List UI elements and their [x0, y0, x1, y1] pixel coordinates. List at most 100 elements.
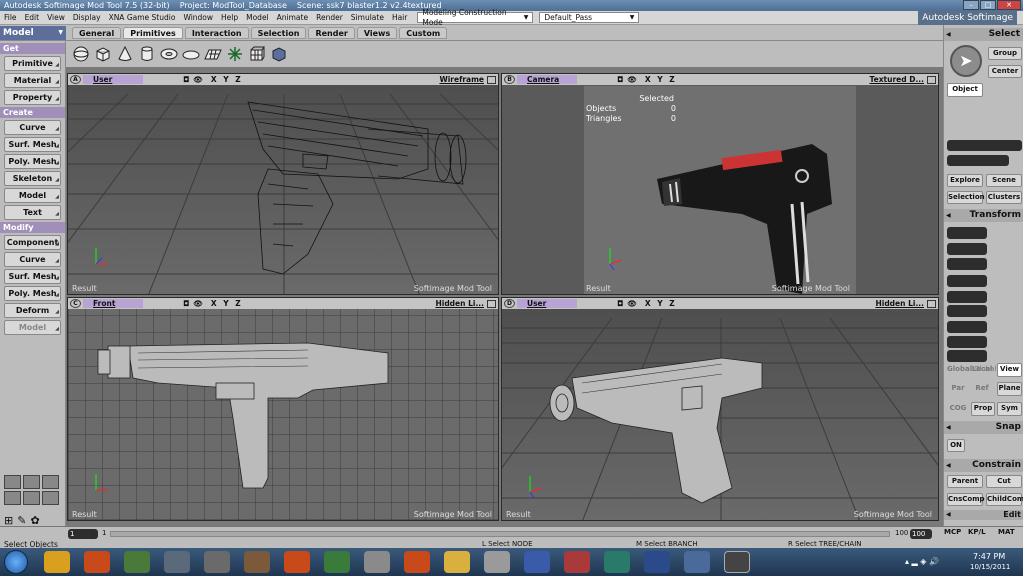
prop-toggle[interactable]: Prop — [971, 402, 995, 416]
viewport-d-axes[interactable]: X Y Z — [645, 299, 677, 308]
camera-icon[interactable]: ◘ — [617, 75, 623, 84]
modify-deform-button[interactable]: Deform — [4, 303, 61, 319]
tab-custom[interactable]: Custom — [399, 26, 448, 39]
viewport-d-camera-menu[interactable]: User — [517, 299, 577, 308]
create-text-button[interactable]: Text — [4, 205, 61, 221]
viewport-b[interactable]: B Camera ◘ 👁 X Y Z Textured D... Selecte… — [501, 73, 939, 295]
viewport-b-camera-menu[interactable]: Camera — [517, 75, 577, 84]
get-primitive-button[interactable]: Primitive — [4, 56, 61, 72]
softimage-icon[interactable] — [724, 551, 750, 573]
app-icon[interactable] — [644, 551, 670, 573]
group-button[interactable]: Group — [988, 47, 1022, 60]
viewport-c-axes[interactable]: X Y Z — [211, 299, 243, 308]
scale-z-field[interactable] — [947, 258, 987, 270]
view-toggle[interactable]: View — [997, 363, 1022, 377]
viewport-a-letter[interactable]: A — [70, 75, 81, 84]
edit-section-header[interactable]: Edit — [944, 510, 1023, 520]
menu-view[interactable]: View — [43, 13, 69, 22]
app-icon[interactable] — [164, 551, 190, 573]
scene-button[interactable]: Scene — [986, 174, 1022, 187]
selection-button[interactable]: Selection — [947, 191, 985, 204]
maximize-viewport-icon[interactable] — [487, 299, 496, 308]
layout-split-icon[interactable] — [4, 491, 21, 505]
disc-icon[interactable] — [182, 45, 200, 63]
viewport-a[interactable]: A User ◘ 👁 X Y Z Wireframe Result Softim… — [67, 73, 499, 295]
app-icon[interactable] — [684, 551, 710, 573]
app-icon[interactable] — [284, 551, 310, 573]
menu-window[interactable]: Window — [179, 13, 217, 22]
clusters-button[interactable]: Clusters — [986, 191, 1022, 204]
tab-interaction[interactable]: Interaction — [184, 26, 249, 39]
cnscomp-button[interactable]: CnsComp — [947, 493, 985, 506]
minimize-button[interactable]: – — [963, 0, 979, 10]
menu-hair[interactable]: Hair — [388, 13, 411, 22]
construction-mode-dropdown[interactable]: Modeling Construction Mode ▼ — [417, 8, 534, 27]
app-icon[interactable] — [244, 551, 270, 573]
scale-x-field[interactable] — [947, 227, 987, 239]
menu-model[interactable]: Model — [242, 13, 273, 22]
cut-button[interactable]: Cut — [986, 475, 1022, 488]
create-poly-mesh-button[interactable]: Poly. Mesh — [4, 154, 61, 170]
tab-primitives[interactable]: Primitives — [123, 26, 183, 39]
modify-model-button[interactable]: Model — [4, 320, 61, 336]
selection-filter-field[interactable] — [947, 155, 1009, 166]
folder-icon[interactable] — [444, 551, 470, 573]
maximize-viewport-icon[interactable] — [927, 75, 936, 84]
modify-poly-mesh-button[interactable]: Poly. Mesh — [4, 286, 61, 302]
viewport-b-letter[interactable]: B — [504, 75, 515, 84]
kpl-tab[interactable]: KP/L — [968, 528, 986, 536]
mcp-tab[interactable]: MCP — [944, 528, 961, 536]
parent-button[interactable]: Parent — [947, 475, 983, 488]
par-toggle[interactable]: Par — [947, 383, 969, 395]
cog-toggle[interactable]: COG — [947, 403, 969, 415]
get-material-button[interactable]: Material — [4, 73, 61, 89]
tab-render[interactable]: Render — [308, 26, 355, 39]
app-icon[interactable] — [204, 551, 230, 573]
eye-icon[interactable]: 👁 — [193, 75, 203, 84]
menu-display[interactable]: Display — [69, 13, 105, 22]
rotate-z-field[interactable] — [947, 305, 987, 317]
translate-y-field[interactable] — [947, 336, 987, 348]
layout-left-icon[interactable] — [23, 491, 40, 505]
layout-single-icon[interactable] — [42, 475, 59, 489]
grid-icon[interactable] — [204, 45, 222, 63]
rotate-y-field[interactable] — [947, 291, 987, 303]
timeline-track[interactable] — [110, 531, 890, 537]
snap-section-header[interactable]: Snap — [944, 421, 1023, 434]
maximize-viewport-icon[interactable] — [487, 75, 496, 84]
timeline-end-field[interactable]: 100 — [910, 529, 932, 539]
app-icon[interactable] — [324, 551, 350, 573]
select-section-header[interactable]: Select — [944, 28, 1023, 41]
viewport-c[interactable]: C Front ◘ 👁 X Y Z Hidden Li... Result So… — [67, 297, 499, 521]
chrome-icon[interactable] — [44, 551, 70, 573]
childcomp-button[interactable]: ChildComp — [986, 493, 1023, 506]
close-button[interactable]: ✕ — [997, 0, 1021, 10]
camera-icon[interactable]: ◘ — [183, 75, 189, 84]
eye-icon[interactable]: 👁 — [627, 299, 637, 308]
pass-dropdown[interactable]: Default_Pass ▼ — [539, 12, 640, 23]
menu-edit[interactable]: Edit — [21, 13, 44, 22]
sym-toggle[interactable]: Sym — [997, 402, 1022, 416]
menu-file[interactable]: File — [0, 13, 21, 22]
global-toggle[interactable]: Global — [947, 364, 972, 376]
timeline-start-field[interactable]: 1 — [68, 529, 98, 539]
menu-simulate[interactable]: Simulate — [347, 13, 388, 22]
tab-views[interactable]: Views — [356, 26, 398, 39]
cube-icon[interactable] — [94, 45, 112, 63]
viewport-d[interactable]: D User ◘ 👁 X Y Z Hidden Li... Result Sof… — [501, 297, 939, 521]
media-player-icon[interactable] — [84, 551, 110, 573]
scale-y-field[interactable] — [947, 243, 987, 255]
viewport-c-display-mode[interactable]: Hidden Li... — [435, 299, 484, 308]
maximize-button[interactable]: □ — [980, 0, 996, 10]
viewport-c-letter[interactable]: C — [70, 299, 81, 308]
selection-field[interactable] — [947, 140, 1022, 151]
transform-section-header[interactable]: Transform — [944, 209, 1023, 222]
ref-toggle[interactable]: Ref — [971, 383, 993, 395]
translate-x-field[interactable] — [947, 321, 987, 333]
tab-selection[interactable]: Selection — [250, 26, 307, 39]
modify-surf-mesh-button[interactable]: Surf. Mesh — [4, 269, 61, 285]
menu-help[interactable]: Help — [217, 13, 242, 22]
rotate-x-field[interactable] — [947, 275, 987, 287]
app-icon[interactable] — [524, 551, 550, 573]
viewport-a-axes[interactable]: X Y Z — [211, 75, 243, 84]
